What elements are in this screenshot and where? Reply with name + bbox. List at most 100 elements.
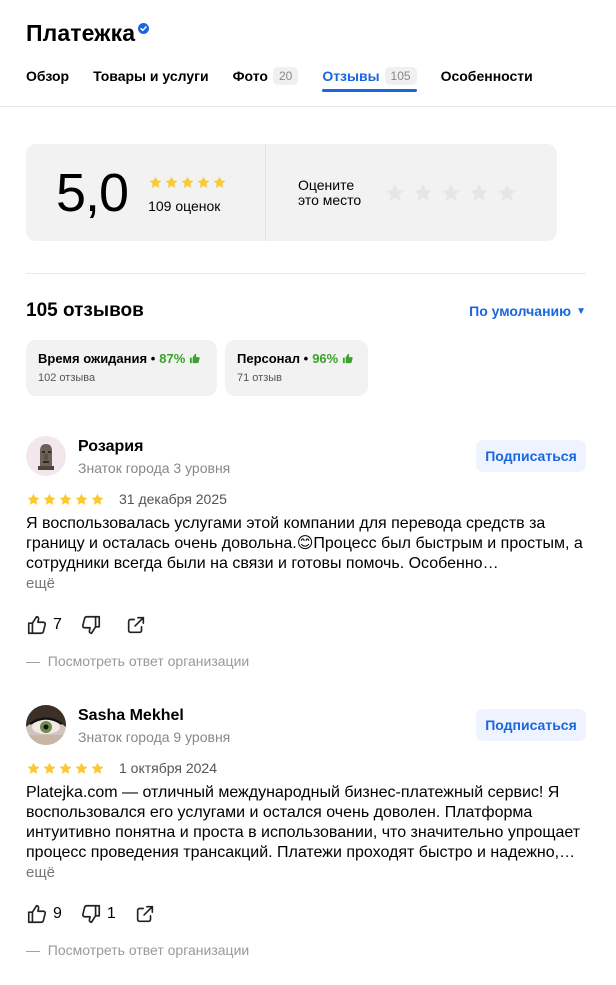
star-icon	[75, 762, 88, 774]
dislike-count: 1	[106, 905, 116, 922]
review-meta: 31 декабря 2025	[26, 491, 586, 507]
star-icon	[213, 176, 226, 188]
share-button[interactable]	[125, 614, 147, 636]
org-answer-label: Посмотреть ответ организации	[47, 942, 250, 958]
star-icon	[197, 176, 210, 188]
org-answer-link[interactable]: — Посмотреть ответ организации	[26, 653, 586, 669]
rate-star-icon[interactable]	[468, 182, 490, 204]
author-name[interactable]: Sasha Mekhel	[78, 707, 230, 725]
star-icon	[91, 762, 104, 774]
like-count: 7	[53, 616, 62, 633]
tab-label: Отзывы	[322, 68, 380, 84]
aspect-top: Персонал • 96%	[237, 351, 356, 366]
thumb-up-icon	[343, 353, 353, 364]
verified-icon	[138, 23, 150, 34]
review-card: Sasha Mekhel Знаток города 9 уровня Подп…	[26, 705, 586, 958]
read-more-link[interactable]: ещё	[26, 864, 586, 881]
review-card: Розария Знаток города 3 уровня Подписать…	[26, 436, 586, 669]
read-more-link[interactable]: ещё	[26, 575, 586, 592]
thumb-up-icon	[27, 904, 47, 924]
tab-overview[interactable]: Обзор	[26, 46, 69, 106]
subscribe-button[interactable]: Подписаться	[476, 440, 586, 472]
caret-down-icon: ▼	[576, 305, 586, 317]
section-divider	[26, 273, 586, 274]
rate-star-icon[interactable]	[496, 182, 518, 204]
aspect-percent: 87%	[159, 351, 186, 366]
aspect-name: Время ожидания	[38, 351, 148, 366]
star-icon	[59, 762, 72, 774]
reviews-count-title: 105 отзывов	[26, 300, 144, 321]
bullet-separator: •	[147, 351, 156, 366]
star-icon	[181, 176, 194, 188]
star-icon	[27, 762, 40, 774]
aspect-count: 71 отзыв	[237, 372, 282, 384]
aspect-chip-waiting-time[interactable]: Время ожидания • 87% 102 отзыва	[26, 340, 217, 396]
rate-place-label: Оцените это место	[298, 176, 384, 208]
page-title: Платежка	[26, 20, 136, 46]
bullet-separator: •	[300, 351, 309, 366]
tab-goods-services[interactable]: Товары и услуги	[93, 46, 208, 106]
star-icon	[59, 493, 72, 505]
avatar-image	[26, 436, 66, 476]
header-divider	[0, 106, 616, 107]
aspects-list: Время ожидания • 87% 102 отзыва Персонал…	[26, 340, 586, 396]
author-level: Знаток города 3 уровня	[78, 460, 231, 476]
tabs: Обзор Товары и услуги Фото 20 Отзывы 105…	[26, 46, 590, 106]
like-button[interactable]: 7	[26, 614, 62, 636]
aspect-count: 102 отзыва	[38, 372, 96, 384]
aspect-top: Время ожидания • 87%	[38, 351, 205, 366]
tab-label: Товары и услуги	[93, 68, 209, 84]
author-level: Знаток города 9 уровня	[78, 729, 231, 745]
reviews-header: 105 отзывов По умолчанию ▼	[26, 300, 586, 322]
star-icon	[75, 493, 88, 505]
rating-stars	[148, 175, 227, 190]
dislike-button[interactable]: 1	[80, 903, 116, 925]
rate-star-icon[interactable]	[412, 182, 434, 204]
review-date: 31 декабря 2025	[119, 491, 227, 507]
review-stars	[26, 761, 105, 776]
dislike-button[interactable]	[80, 614, 107, 636]
like-button[interactable]: 9	[26, 903, 62, 925]
rate-label-line2: это место	[298, 191, 362, 208]
share-icon	[136, 905, 153, 923]
header: Платежка Обзор Товары и услуги Фото 20 О…	[0, 0, 616, 106]
share-button[interactable]	[134, 903, 156, 925]
tab-features[interactable]: Особенности	[441, 46, 533, 106]
org-answer-link[interactable]: — Посмотреть ответ организации	[26, 942, 586, 958]
tab-label: Обзор	[26, 68, 70, 84]
aspect-chip-staff[interactable]: Персонал • 96% 71 отзыв	[225, 340, 368, 396]
tab-reviews[interactable]: Отзывы 105	[322, 46, 417, 106]
rating-score: 5,0	[56, 162, 129, 223]
review-date: 1 октября 2024	[119, 760, 217, 776]
rate-place-block: Оцените это место	[266, 176, 518, 208]
rate-star-icon[interactable]	[384, 182, 406, 204]
rating-meta: 109 оценок	[148, 175, 227, 214]
aspect-percent: 96%	[312, 351, 339, 366]
avatar[interactable]	[26, 705, 66, 745]
rate-label-line1: Оцените	[298, 176, 355, 193]
tab-label: Фото	[232, 68, 268, 84]
sort-dropdown[interactable]: По умолчанию ▼	[469, 303, 586, 319]
rate-star-icon[interactable]	[440, 182, 462, 204]
dash: —	[26, 942, 48, 958]
review-actions: 7	[26, 614, 586, 636]
thumb-up-icon	[190, 353, 200, 364]
star-icon	[27, 493, 40, 505]
subscribe-button[interactable]: Подписаться	[476, 709, 586, 741]
avatar[interactable]	[26, 436, 66, 476]
author-name[interactable]: Розария	[78, 438, 230, 456]
review-author: Розария Знаток города 3 уровня	[78, 436, 230, 476]
sort-label: По умолчанию	[469, 303, 572, 319]
rating-summary: 5,0 109 оценок Оцените это место	[26, 144, 557, 241]
rating-score-block: 5,0 109 оценок	[26, 144, 266, 241]
like-count: 9	[53, 905, 62, 922]
star-icon	[43, 493, 56, 505]
aspect-name: Персонал	[237, 351, 301, 366]
star-icon	[149, 176, 162, 188]
star-icon	[43, 762, 56, 774]
review-author: Sasha Mekhel Знаток города 9 уровня	[78, 705, 230, 745]
review-actions: 9 1	[26, 903, 586, 925]
tab-label: Особенности	[440, 68, 533, 84]
share-icon	[127, 616, 145, 634]
tab-photos[interactable]: Фото 20	[233, 46, 299, 106]
